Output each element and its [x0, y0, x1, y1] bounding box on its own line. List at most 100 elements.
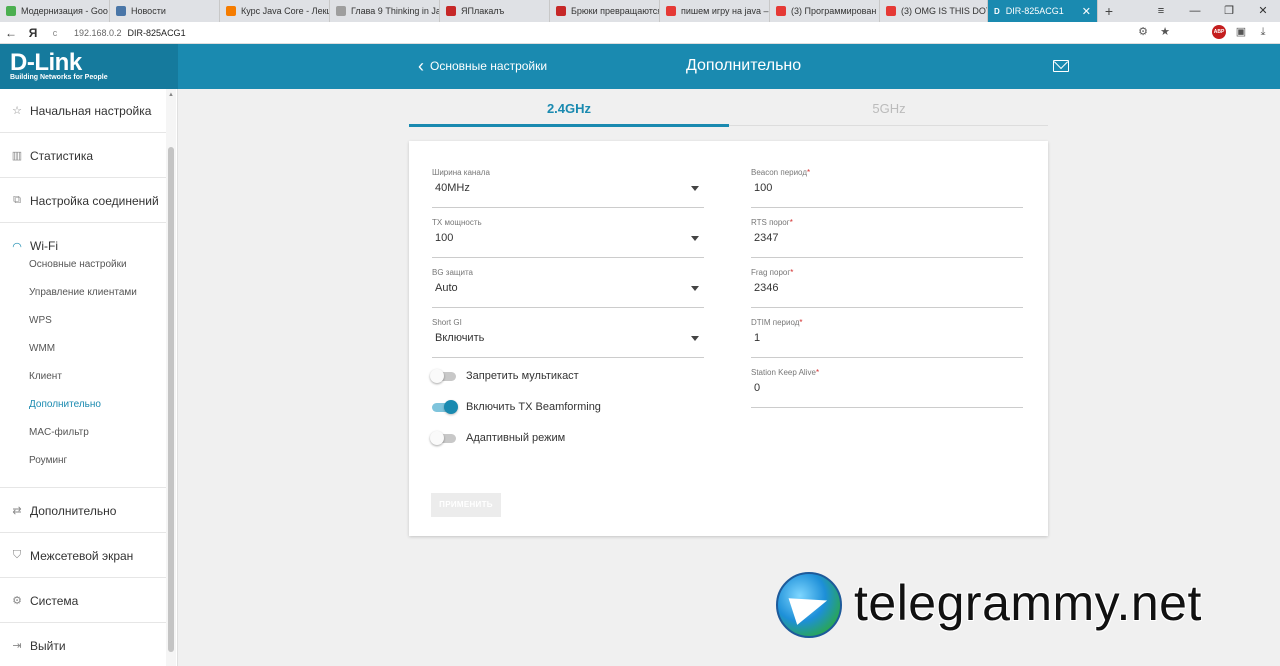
browser-tab-label: Новости: [131, 6, 166, 16]
sidebar-item[interactable]: ⇄ Дополнительно: [0, 489, 166, 533]
browser-tab[interactable]: Глава 9 Thinking in Ja: [330, 0, 440, 22]
sidebar-subitem[interactable]: WPS: [29, 315, 52, 326]
input-field[interactable]: Frag порог* 2346: [751, 268, 1023, 308]
sidebar-item-label: Межсетевой экран: [30, 548, 134, 563]
browser-tab-label: DIR-825ACG1: [1005, 6, 1064, 16]
reload-icon[interactable]: c: [44, 28, 66, 38]
minimize-icon[interactable]: —: [1178, 0, 1212, 22]
input-field[interactable]: RTS порог* 2347: [751, 218, 1023, 258]
input-field[interactable]: Station Keep Alive* 0: [751, 368, 1023, 408]
adblock-icon[interactable]: ABP: [1212, 25, 1226, 39]
sidebar-item[interactable]: ▥ Статистика: [0, 134, 166, 178]
browser-tab[interactable]: пишем игру на java –: [660, 0, 770, 22]
mail-icon[interactable]: [1053, 60, 1069, 72]
toggle-switch[interactable]: [432, 399, 458, 414]
close-window-icon[interactable]: ✕: [1246, 0, 1280, 22]
browser-tab-active[interactable]: D DIR-825ACG1 ✕: [988, 0, 1098, 22]
sidebar-item-icon: ◠: [12, 240, 22, 253]
sidebar-scrollbar[interactable]: ▲: [166, 89, 176, 666]
browser-tab[interactable]: Новости: [110, 0, 220, 22]
sidebar-subitem[interactable]: Основные настройки: [29, 259, 127, 270]
extension-icon[interactable]: ▣: [1234, 25, 1248, 39]
input-field[interactable]: Beacon период* 100: [751, 168, 1023, 208]
sidebar-item-icon: ⚙: [12, 595, 22, 607]
window-controls: ≡ — ❐ ✕: [1144, 0, 1280, 22]
toggle-row[interactable]: Включить TX Beamforming: [432, 399, 601, 414]
toggle-label: Адаптивный режим: [466, 432, 566, 444]
download-icon[interactable]: ⤓: [1256, 25, 1270, 39]
required-mark: *: [789, 218, 793, 227]
toggle-knob: [430, 430, 444, 445]
field-label: Beacon период*: [751, 168, 810, 177]
back-link-label: Основные настройки: [430, 59, 548, 73]
browser-tab[interactable]: Модернизация - Goo: [0, 0, 110, 22]
tab-close-icon[interactable]: ✕: [1072, 5, 1091, 18]
url-field[interactable]: 192.168.0.2 DIR-825ACG1: [74, 28, 186, 38]
scrollbar-thumb[interactable]: [168, 147, 174, 652]
sidebar-subitem[interactable]: WMM: [29, 343, 55, 354]
field-label: Station Keep Alive*: [751, 368, 819, 377]
browser-tab[interactable]: (3) OMG IS THIS DOTA: [880, 0, 988, 22]
toggle-switch[interactable]: [430, 430, 456, 445]
dlink-logo: D-Link Building Networks for People: [0, 44, 178, 89]
tab-favicon-icon: [6, 6, 16, 16]
field-label-text: Station Keep Alive: [751, 368, 816, 377]
sidebar-item[interactable]: ⛉ Межсетевой экран: [0, 534, 166, 578]
browser-tab-label: Глава 9 Thinking in Ja: [351, 6, 440, 16]
field-label: TX мощность: [432, 218, 482, 227]
watermark: telegrammy.net: [776, 572, 1256, 638]
select-field[interactable]: Ширина канала 40MHz: [432, 168, 704, 208]
tab-2-4ghz[interactable]: 2.4GHz: [409, 101, 729, 116]
menu-icon[interactable]: ≡: [1144, 0, 1178, 22]
sidebar-item[interactable]: ☆ Начальная настройка: [0, 89, 166, 133]
sidebar-item[interactable]: ⧉ Настройка соединений: [0, 179, 166, 223]
sidebar-item[interactable]: ⚙ Система: [0, 579, 166, 623]
browser-tab[interactable]: ЯПлакалъ: [440, 0, 550, 22]
protect-icon[interactable]: ⚙: [1136, 25, 1150, 39]
sidebar-item[interactable]: ⇥ Выйти: [0, 624, 166, 666]
sidebar-divider: [0, 487, 166, 488]
bookmark-star-icon[interactable]: ★: [1158, 25, 1172, 39]
select-field[interactable]: BG защита Auto: [432, 268, 704, 308]
back-arrow-icon[interactable]: ←: [0, 26, 22, 40]
sidebar-item-label: Wi-Fi: [30, 239, 58, 253]
new-tab-button[interactable]: +: [1098, 0, 1120, 22]
yandex-icon[interactable]: Я: [22, 26, 44, 40]
chevron-left-icon: ‹: [418, 56, 424, 76]
sidebar-subitem[interactable]: Роуминг: [29, 455, 67, 466]
browser-tab[interactable]: (3) Программирован: [770, 0, 880, 22]
address-bar: ← Я c 192.168.0.2 DIR-825ACG1 ⚙ ★ ABP ▣ ⤓: [0, 22, 1280, 44]
toggle-row[interactable]: Запретить мультикаст: [430, 368, 579, 383]
toggle-row[interactable]: Адаптивный режим: [430, 430, 566, 445]
required-mark: *: [790, 268, 794, 277]
toggle-switch[interactable]: [430, 368, 456, 383]
restore-icon[interactable]: ❐: [1212, 0, 1246, 22]
sidebar-subitem[interactable]: Клиент: [29, 371, 62, 382]
sidebar-item-label: Настройка соединений: [30, 193, 159, 208]
url-title: DIR-825ACG1: [127, 27, 186, 38]
select-field[interactable]: TX мощность 100: [432, 218, 704, 258]
browser-tab[interactable]: Курс Java Core - Лекц: [220, 0, 330, 22]
sidebar-subitem[interactable]: Управление клиентами: [29, 287, 137, 298]
page-title: Дополнительно: [686, 57, 802, 74]
apply-button[interactable]: ПРИМЕНИТЬ: [431, 493, 501, 517]
sidebar-subitem[interactable]: MAC-фильтр: [29, 427, 89, 438]
scroll-up-icon[interactable]: ▲: [168, 92, 174, 98]
sidebar-item-icon: ⇥: [12, 640, 22, 652]
sidebar-item-icon: ⛉: [12, 549, 22, 561]
back-to-basic-settings-link[interactable]: ‹ Основные настройки: [418, 56, 548, 76]
field-label-text: Beacon период: [751, 168, 807, 177]
tab-active-indicator: [409, 124, 729, 127]
tab-favicon-icon: [556, 6, 566, 16]
browser-tab[interactable]: Брюки превращаются: [550, 0, 660, 22]
select-field[interactable]: Short GI Включить: [432, 318, 704, 358]
app-header: D-Link Building Networks for People ‹ Ос…: [0, 44, 1280, 89]
sidebar-subitem[interactable]: Дополнительно: [29, 399, 101, 410]
field-value: Auto: [435, 282, 458, 294]
tab-5ghz[interactable]: 5GHz: [729, 101, 1049, 116]
url-host: 192.168.0.2: [74, 27, 122, 38]
browser-tab-label: ЯПлакалъ: [461, 6, 505, 16]
toggle-label: Включить TX Beamforming: [466, 401, 601, 413]
input-field[interactable]: DTIM период* 1: [751, 318, 1023, 358]
required-mark: *: [807, 168, 811, 177]
